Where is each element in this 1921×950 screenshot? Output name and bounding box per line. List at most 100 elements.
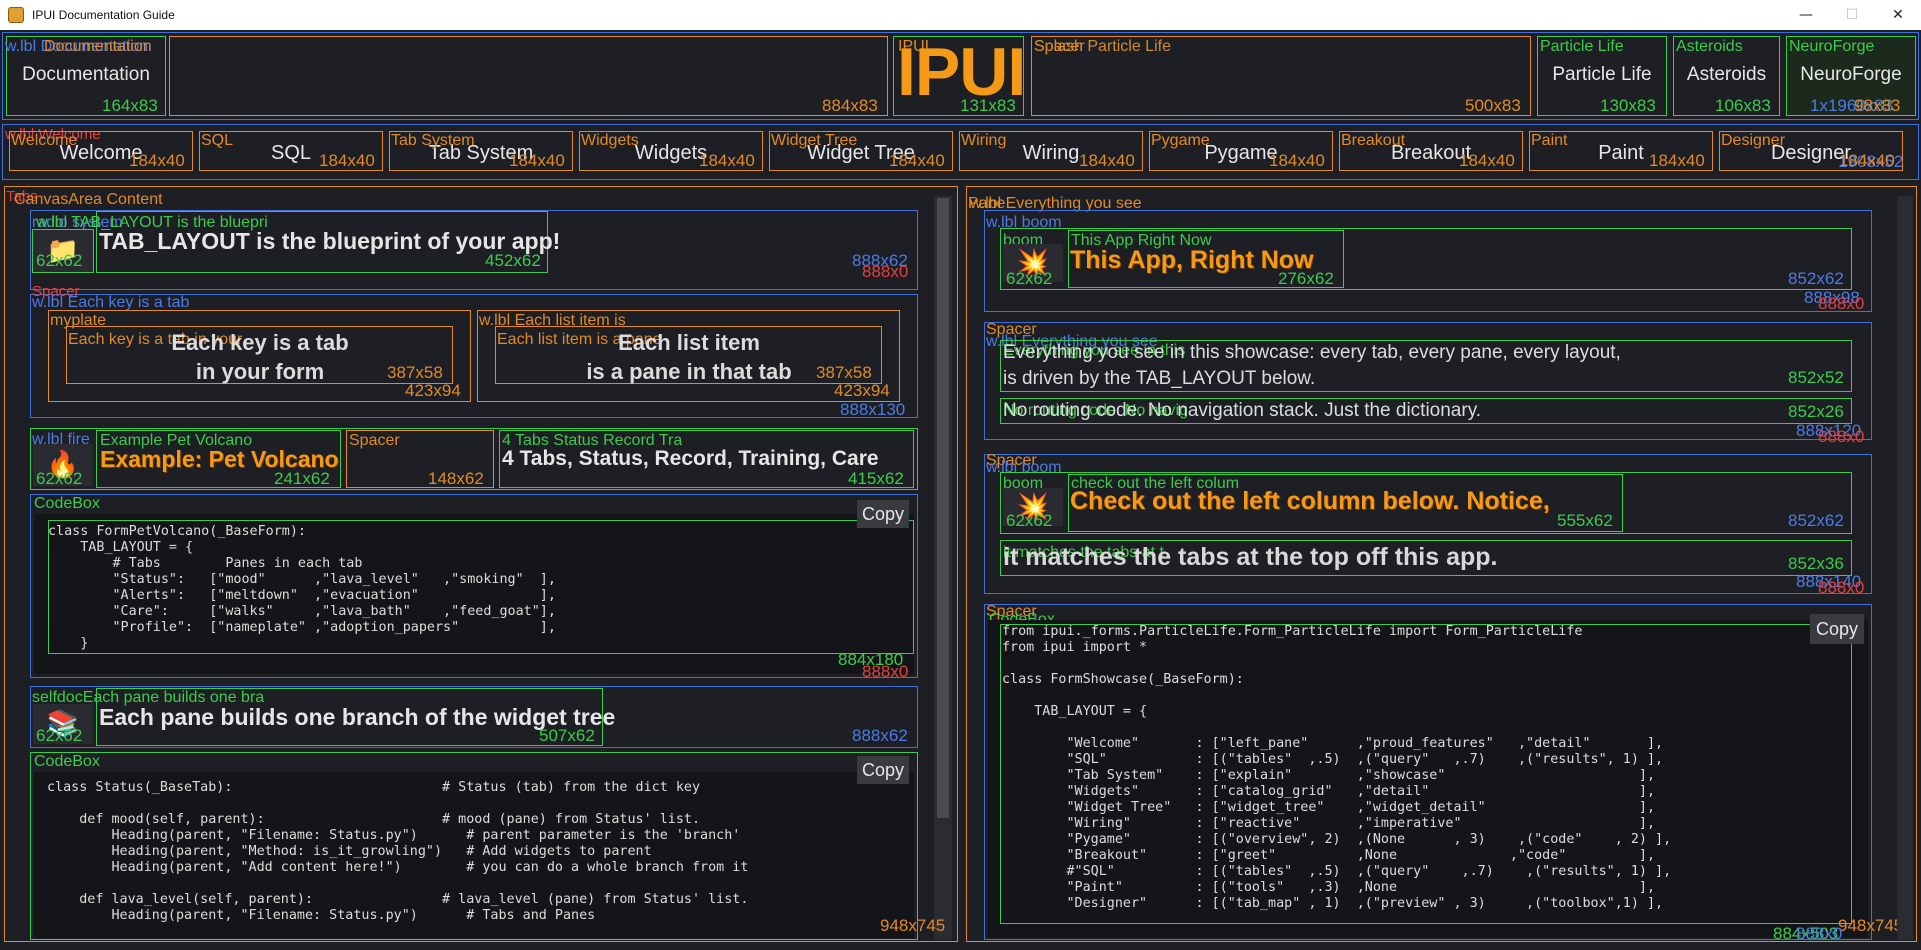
blueprint-row-size-b: 888x0 — [862, 262, 909, 281]
right-scrollbar[interactable] — [1897, 196, 1913, 940]
tab-size: 184x40 — [1079, 151, 1135, 170]
app-icon — [8, 7, 24, 23]
tab-size: 184x40 — [1649, 151, 1705, 170]
code-line: "Paint" : [("tools" ,.3) ,None ], — [1002, 880, 1656, 895]
matches-size: 852x36 — [1788, 554, 1844, 573]
each-key-lbl-tag: w.lbl Each key is a tab — [32, 294, 190, 311]
tab-size: 184x40 — [509, 151, 565, 170]
code-line: } — [48, 636, 89, 651]
codebox-2-tag: CodeBox — [34, 753, 100, 770]
key-outer-size: 423x94 — [405, 381, 461, 400]
splash-tag: Splash Particle Life — [1034, 38, 1171, 55]
code-line: Heading(parent, "Method: is_it_growling"… — [47, 844, 652, 859]
code-line: class FormShowcase(_BaseForm): — [1002, 672, 1244, 687]
neuroforge-button[interactable]: NeuroForge — [1787, 57, 1915, 93]
asteroids-tag: Asteroids — [1676, 38, 1743, 55]
tree-row-size: 888x62 — [852, 726, 908, 745]
code-line: TAB_LAYOUT = { — [48, 540, 194, 555]
asteroids-button[interactable]: Asteroids — [1674, 57, 1779, 93]
tab-tag: Paint — [1531, 132, 1568, 149]
code-line: Heading(parent, "Filename: Status.py") #… — [47, 908, 596, 923]
app-now-outer-size-b: 888x0 — [1818, 294, 1865, 313]
check-icon-size: 62x62 — [1006, 511, 1053, 530]
particle-life-tag: Particle Life — [1540, 38, 1624, 55]
particle-life-button[interactable]: Particle Life — [1538, 57, 1666, 93]
codebox-1-tag: CodeBox — [34, 495, 100, 512]
right-codebox-code: from ipui._forms.ParticleLife.Form_Parti… — [1002, 624, 1671, 912]
neuroforge-tag: NeuroForge — [1789, 38, 1875, 55]
tab-size: 184x40 — [889, 151, 945, 170]
tab-tag: Tab System — [391, 132, 475, 149]
code-line: "Welcome" : ["left_pane" ,"proud_feature… — [1002, 736, 1664, 751]
code-line: from ipui._forms.ParticleLife.Form_Parti… — [1002, 624, 1583, 639]
code-line: "Tab System" : ["explain" ,"showcase" ], — [1002, 768, 1656, 783]
codebox-2-copy-button[interactable]: Copy — [857, 756, 909, 784]
left-area-tag: CanvasArea Content — [14, 191, 163, 208]
window-controls: — ☐ ✕ — [1783, 0, 1921, 30]
everything-outer-size-b: 888x0 — [1818, 427, 1865, 446]
left-scrollbar[interactable] — [934, 196, 952, 940]
example-heading-size: 241x62 — [274, 469, 330, 488]
check-heading: Check out the left column below. Notice, — [1070, 487, 1550, 515]
doc-size: 164x83 — [102, 96, 158, 115]
code-line: "Breakout" : ["greet" ,None ,"code" ], — [1002, 848, 1656, 863]
tab-size: 184x40 — [129, 151, 185, 170]
everything-text: Everything you see in this showcase: eve… — [1003, 340, 1621, 392]
right-codebox-outer-size: 888x0 — [1796, 924, 1843, 943]
tab-tag: Wiring — [961, 132, 1007, 149]
tab-tag: Widget Tree — [771, 132, 858, 149]
check-outer-size-b: 888x0 — [1818, 578, 1865, 597]
matches-text: it matches the tabs at the top off this … — [1003, 543, 1498, 571]
code-line: "Profile": ["nameplate" ,"adoption_paper… — [48, 620, 556, 635]
tab-size: 184x40 — [1459, 151, 1515, 170]
window-title: IPUI Documentation Guide — [32, 8, 175, 22]
check-heading-size: 555x62 — [1557, 511, 1613, 530]
tabs-status-size: 415x62 — [848, 469, 904, 488]
spacer-right-size: 500x83 — [1465, 96, 1521, 115]
code-line: # Tabs Panes in each tab — [48, 556, 363, 571]
boom-icon-size: 62x62 — [1006, 269, 1053, 288]
app-now-row-size: 852x62 — [1788, 269, 1844, 288]
tab-tag: Welcome — [11, 132, 78, 149]
code-line: "SQL" : [("tables" ,.5) ,("query" ,.7) ,… — [1002, 752, 1664, 767]
left-scrollbar-thumb[interactable] — [937, 198, 949, 818]
blueprint-heading-size: 452x62 — [485, 251, 541, 270]
codebox-1-size-b: 888x0 — [862, 662, 909, 681]
code-line: class Status(_BaseTab): # Status (tab) f… — [47, 780, 701, 795]
tree-heading-size: 507x62 — [539, 726, 595, 745]
item-card-line1: Each list item — [618, 330, 760, 355]
particle-life-size: 130x83 — [1600, 96, 1656, 115]
no-routing-text: No routing code. No navigation stack. Ju… — [1003, 400, 1482, 421]
code-line: "Wiring" : ["reactive" ,"imperative" ], — [1002, 816, 1656, 831]
code-line: #"SQL" : [("tables" ,.5) ,("query" ,.7) … — [1002, 864, 1672, 879]
code-line: class FormPetVolcano(_BaseForm): — [48, 524, 306, 539]
code-line: "Status": ["mood" ,"lava_level" ,"smokin… — [48, 572, 556, 587]
documentation-button[interactable]: Documentation — [7, 57, 165, 93]
everything-line2: is driven by the TAB_LAYOUT below. — [1003, 368, 1316, 389]
tab-size: 184x40 — [319, 151, 375, 170]
fire-icon-size: 62x62 — [36, 469, 83, 488]
spacer-left-size: 884x83 — [822, 96, 878, 115]
code-line: def mood(self, parent): # mood (pane) fr… — [47, 812, 701, 827]
tab-tag: Breakout — [1341, 132, 1406, 149]
code-line: from ipui import * — [1002, 640, 1148, 655]
item-outer-size: 423x94 — [834, 381, 890, 400]
window-titlebar: IPUI Documentation Guide — ☐ ✕ — [0, 0, 1921, 30]
close-button[interactable]: ✕ — [1875, 0, 1921, 30]
key-inner-size: 387x58 — [387, 363, 443, 382]
example-spacer-size: 148x62 — [428, 469, 484, 488]
right-codebox-copy-button[interactable]: Copy — [1810, 614, 1864, 644]
codebox-1-code: class FormPetVolcano(_BaseForm): TAB_LAY… — [48, 524, 556, 652]
blueprint-icon-size: 62x62 — [36, 251, 83, 270]
codebox-1-copy-button[interactable]: Copy — [857, 500, 909, 528]
item-inner-size: 387x58 — [816, 363, 872, 382]
cards-row-size: 888x130 — [840, 400, 906, 419]
code-line: "Pygame" : [("overview", 2) ,(None , 3) … — [1002, 832, 1672, 847]
everything-line1: Everything you see in this showcase: eve… — [1003, 342, 1621, 363]
maximize-button[interactable]: ☐ — [1829, 0, 1875, 30]
neuroforge-size-a: 98x83 — [1854, 96, 1901, 115]
minimize-button[interactable]: — — [1783, 0, 1829, 30]
